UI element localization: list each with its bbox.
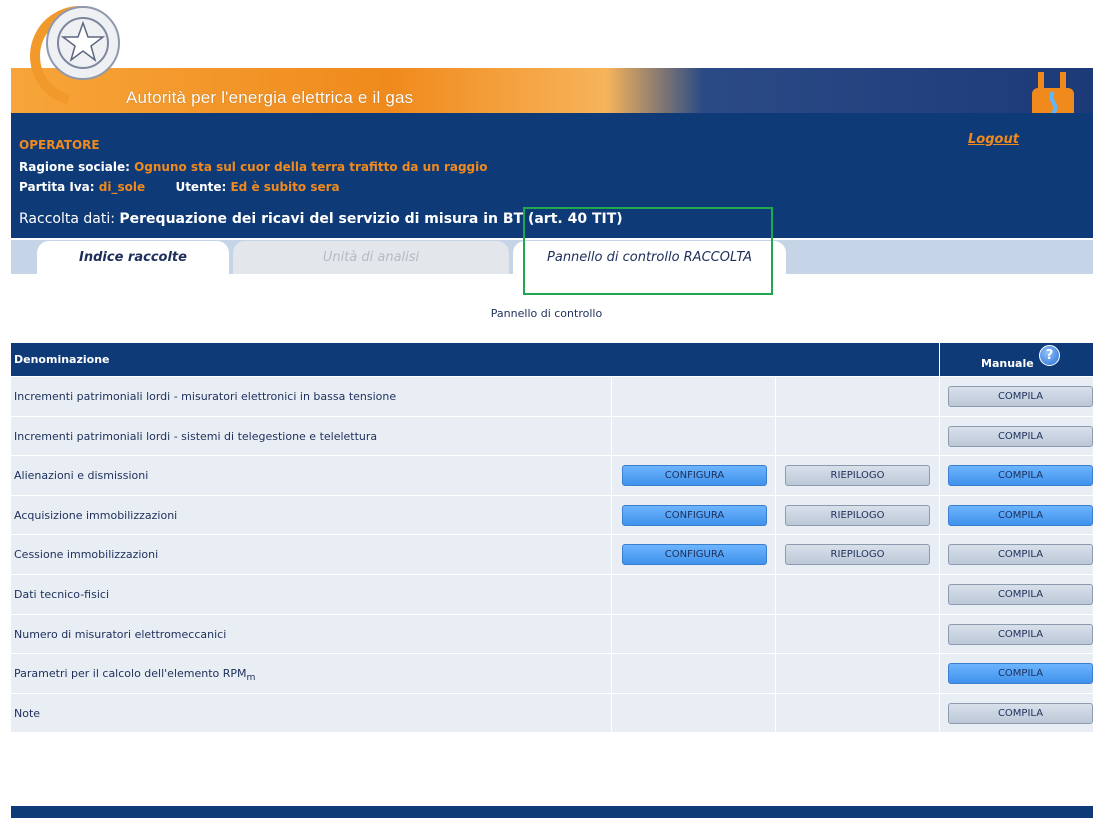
table-row: Dati tecnico-fisici COMPILA	[11, 573, 1093, 614]
row-name: Acquisizione immobilizzazioni	[14, 509, 177, 522]
footer-bar	[11, 806, 1093, 818]
compila-button[interactable]: COMPILA	[948, 702, 1093, 724]
riepilogo-button[interactable]: RIEPILOGO	[785, 465, 930, 487]
ragione-label: Ragione sociale:	[19, 160, 130, 174]
compila-button[interactable]: COMPILA	[948, 623, 1093, 645]
column-divider	[939, 456, 940, 495]
column-divider	[611, 456, 612, 495]
tab-indice-raccolte[interactable]: Indice raccolte	[37, 241, 229, 274]
header-divider	[939, 343, 940, 376]
compila-button[interactable]: COMPILA	[948, 663, 1093, 685]
column-divider	[775, 574, 776, 614]
column-divider	[939, 614, 940, 654]
column-divider	[775, 614, 776, 654]
page-subtitle: Pannello di controllo	[490, 307, 603, 320]
column-divider	[775, 535, 776, 574]
row-name-text: Numero di misuratori elettromeccanici	[14, 627, 227, 641]
table-body: Incrementi patrimoniali lordi - misurato…	[11, 376, 1093, 733]
column-divider	[775, 654, 776, 693]
operator-heading: OPERATORE	[19, 138, 100, 152]
raccolta-label: Raccolta dati:	[19, 211, 115, 227]
table-header: Denominazione Manuale ?	[11, 343, 1093, 376]
compila-button[interactable]: COMPILA	[948, 544, 1093, 566]
republic-emblem-icon	[46, 6, 120, 80]
row-name-subscript: m	[246, 672, 256, 684]
configura-button[interactable]: CONFIGURA	[622, 504, 767, 526]
configura-button[interactable]: CONFIGURA	[622, 465, 767, 487]
row-name: Note	[14, 707, 40, 720]
column-divider	[939, 416, 940, 456]
column-divider	[775, 693, 776, 733]
logo-area	[0, 0, 1093, 70]
table-row: Cessione immobilizzazioni CONFIGURA RIEPIL…	[11, 534, 1093, 574]
compila-button[interactable]: COMPILA	[948, 386, 1093, 407]
column-divider	[939, 377, 940, 416]
tab-unita-di-analisi: Unità di analisi	[233, 241, 509, 274]
column-divider	[775, 495, 776, 535]
agency-title: Autorità per l'energia elettrica e il ga…	[126, 88, 414, 107]
utente-value: Ed è subito sera	[230, 180, 340, 194]
column-divider	[611, 535, 612, 574]
column-divider	[611, 377, 612, 416]
table-row: Note COMPILA	[11, 692, 1093, 733]
column-divider	[939, 654, 940, 693]
column-divider	[939, 535, 940, 574]
table-row: Alienazioni e dismissioni CONFIGURA RIEPIL…	[11, 455, 1093, 495]
row-name: Parametri per il calcolo dell'elemento R…	[14, 667, 255, 683]
compila-button[interactable]: COMPILA	[948, 425, 1093, 447]
column-divider	[775, 416, 776, 456]
partita-iva-line: Partita Iva: di_sole Utente: Ed è subito…	[19, 180, 340, 194]
column-divider	[775, 456, 776, 495]
row-name: Incrementi patrimoniali lordi - misurato…	[14, 390, 396, 403]
column-header-denominazione: Denominazione	[14, 353, 110, 366]
utente-label: Utente:	[175, 180, 227, 194]
riepilogo-button[interactable]: RIEPILOGO	[785, 504, 930, 526]
column-divider	[939, 693, 940, 733]
row-name-text: Note	[14, 706, 41, 720]
table-row: Parametri per il calcolo dell'elemento R…	[11, 653, 1093, 693]
compila-button[interactable]: COMPILA	[948, 583, 1093, 605]
column-divider	[611, 693, 612, 733]
table-row: Incrementi patrimoniali lordi - sistemi …	[11, 415, 1093, 456]
column-divider	[611, 614, 612, 654]
table-row: Acquisizione immobilizzazioni CONFIGURA RI…	[11, 494, 1093, 535]
row-name-text: Incrementi patrimoniali lordi - sistemi …	[14, 429, 378, 443]
compila-button[interactable]: COMPILA	[948, 504, 1093, 526]
column-divider	[611, 416, 612, 456]
row-name: Alienazioni e dismissioni	[14, 469, 148, 482]
compila-button[interactable]: COMPILA	[948, 465, 1093, 487]
piva-label: Partita Iva:	[19, 180, 95, 194]
ragione-value: Ognuno sta sul cuor della terra trafitto…	[134, 160, 488, 174]
row-name: Incrementi patrimoniali lordi - sistemi …	[14, 430, 377, 443]
help-icon[interactable]: ?	[1039, 345, 1060, 366]
piva-value: di_sole	[98, 180, 146, 194]
riepilogo-button[interactable]: RIEPILOGO	[785, 544, 930, 566]
raccolta-table: Denominazione Manuale ? Incrementi patri…	[11, 343, 1093, 733]
row-name: Dati tecnico-fisici	[14, 588, 109, 601]
row-name-text: Parametri per il calcolo dell'elemento R…	[14, 667, 247, 681]
configura-button[interactable]: CONFIGURA	[622, 544, 767, 566]
column-header-manuale: Manuale	[981, 357, 1034, 370]
column-divider	[611, 654, 612, 693]
row-name-text: Alienazioni e dismissioni	[14, 469, 149, 483]
table-row: Numero di misuratori elettromeccanici COM…	[11, 613, 1093, 654]
row-name-text: Cessione immobilizzazioni	[14, 548, 159, 562]
row-name-text: Dati tecnico-fisici	[14, 587, 110, 601]
ragione-sociale-line: Ragione sociale: Ognuno sta sul cuor del…	[19, 160, 488, 174]
logout-link[interactable]: Logout	[968, 132, 1019, 147]
column-divider	[775, 377, 776, 416]
row-name-text: Incrementi patrimoniali lordi - misurato…	[14, 390, 397, 403]
table-row: Incrementi patrimoniali lordi - misurato…	[11, 376, 1093, 416]
row-name: Cessione immobilizzazioni	[14, 548, 158, 561]
column-divider	[939, 574, 940, 614]
column-divider	[939, 495, 940, 535]
row-name-text: Acquisizione immobilizzazioni	[14, 508, 178, 522]
column-divider	[611, 574, 612, 614]
row-name: Numero di misuratori elettromeccanici	[14, 628, 226, 641]
highlight-box	[523, 207, 773, 295]
column-divider	[611, 495, 612, 535]
